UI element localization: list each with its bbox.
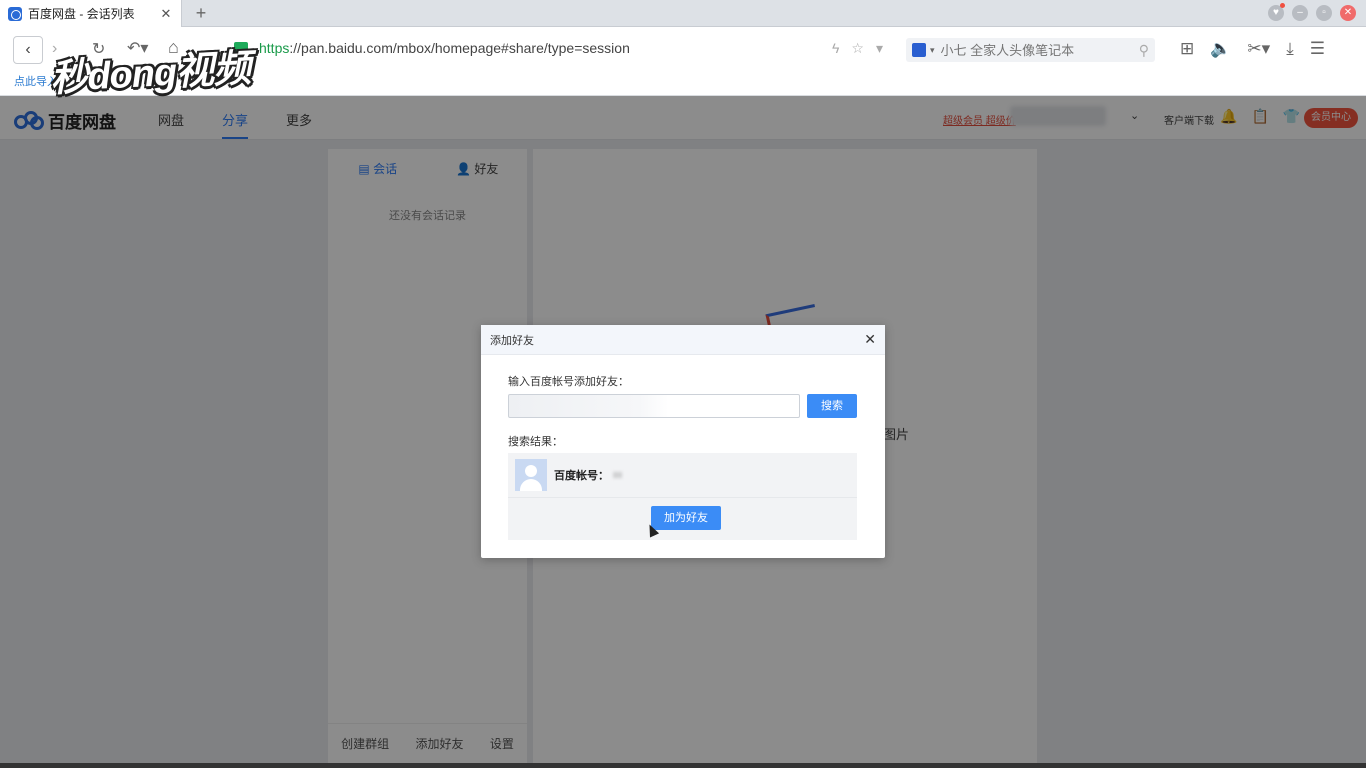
window-close-icon[interactable]: ✕ xyxy=(1340,5,1356,21)
account-input-label: 输入百度帐号添加好友： xyxy=(508,376,629,388)
apps-icon[interactable]: ⊞ xyxy=(1180,39,1194,59)
search-icon[interactable]: ⚲ xyxy=(1139,42,1149,59)
video-watermark: 秒dong视频 xyxy=(49,47,252,101)
bottom-strip xyxy=(0,763,1366,768)
url-path: ://pan.baidu.com/mbox/homepage#share/typ… xyxy=(289,40,630,56)
baidu-pan-favicon-icon xyxy=(8,6,22,21)
scissors-icon[interactable]: ✂▾ xyxy=(1247,39,1270,59)
add-friend-button[interactable]: 加为好友 xyxy=(651,506,721,530)
lightning-icon[interactable]: ϟ xyxy=(832,40,839,57)
account-search-input[interactable] xyxy=(508,394,800,418)
results-label: 搜索结果： xyxy=(508,436,563,448)
skin-icon[interactable]: ♥ xyxy=(1268,3,1285,21)
address-bar[interactable]: https://pan.baidu.com/mbox/homepage#shar… xyxy=(259,40,630,56)
url-actions: ϟ ☆ ▾ xyxy=(832,40,883,57)
search-engine-icon[interactable] xyxy=(912,43,926,57)
url-scheme: https xyxy=(259,40,290,56)
avatar xyxy=(515,459,547,491)
minimize-icon[interactable]: – xyxy=(1292,5,1308,21)
add-friend-dialog: 添加好友 ✕ 输入百度帐号添加好友： 搜索 搜索结果： 百度帐号： ııı 加为… xyxy=(481,325,885,558)
download-icon[interactable]: ⤓ xyxy=(1286,39,1294,59)
browser-tabbar: 百度网盘 - 会话列表 ✕ + ♥ – ▫ ✕ xyxy=(0,0,1366,27)
tab-close-icon[interactable]: ✕ xyxy=(159,6,173,22)
speaker-icon[interactable]: 🔈 xyxy=(1210,39,1231,59)
tab-title: 百度网盘 - 会话列表 xyxy=(28,7,135,21)
search-button[interactable]: 搜索 xyxy=(807,394,857,418)
browser-search-box: ▾ ⚲ xyxy=(906,38,1155,62)
search-result: 百度帐号： ııı 加为好友 xyxy=(508,453,857,540)
result-row: 百度帐号： ııı xyxy=(508,453,857,498)
star-icon[interactable]: ☆ xyxy=(851,40,864,57)
window-controls: ♥ – ▫ ✕ xyxy=(1268,3,1356,21)
dialog-header: 添加好友 ✕ xyxy=(481,325,885,355)
account-label: 百度帐号： xyxy=(554,470,609,482)
browser-search-input[interactable] xyxy=(940,42,1139,58)
browser-toolbar: ⊞ 🔈 ✂▾ ⤓ ☰ xyxy=(1180,39,1325,59)
menu-icon[interactable]: ☰ xyxy=(1310,39,1325,59)
new-tab-button[interactable]: + xyxy=(188,3,214,24)
back-button[interactable]: ‹ xyxy=(13,36,43,64)
browser-tab[interactable]: 百度网盘 - 会话列表 ✕ xyxy=(0,0,182,27)
restore-icon[interactable]: ▫ xyxy=(1316,5,1332,21)
close-icon[interactable]: ✕ xyxy=(864,331,876,348)
engine-dropdown-icon[interactable]: ▾ xyxy=(930,45,935,56)
chevron-down-icon[interactable]: ▾ xyxy=(876,40,883,57)
account-value: ııı xyxy=(613,469,623,481)
dialog-title: 添加好友 xyxy=(490,334,534,347)
